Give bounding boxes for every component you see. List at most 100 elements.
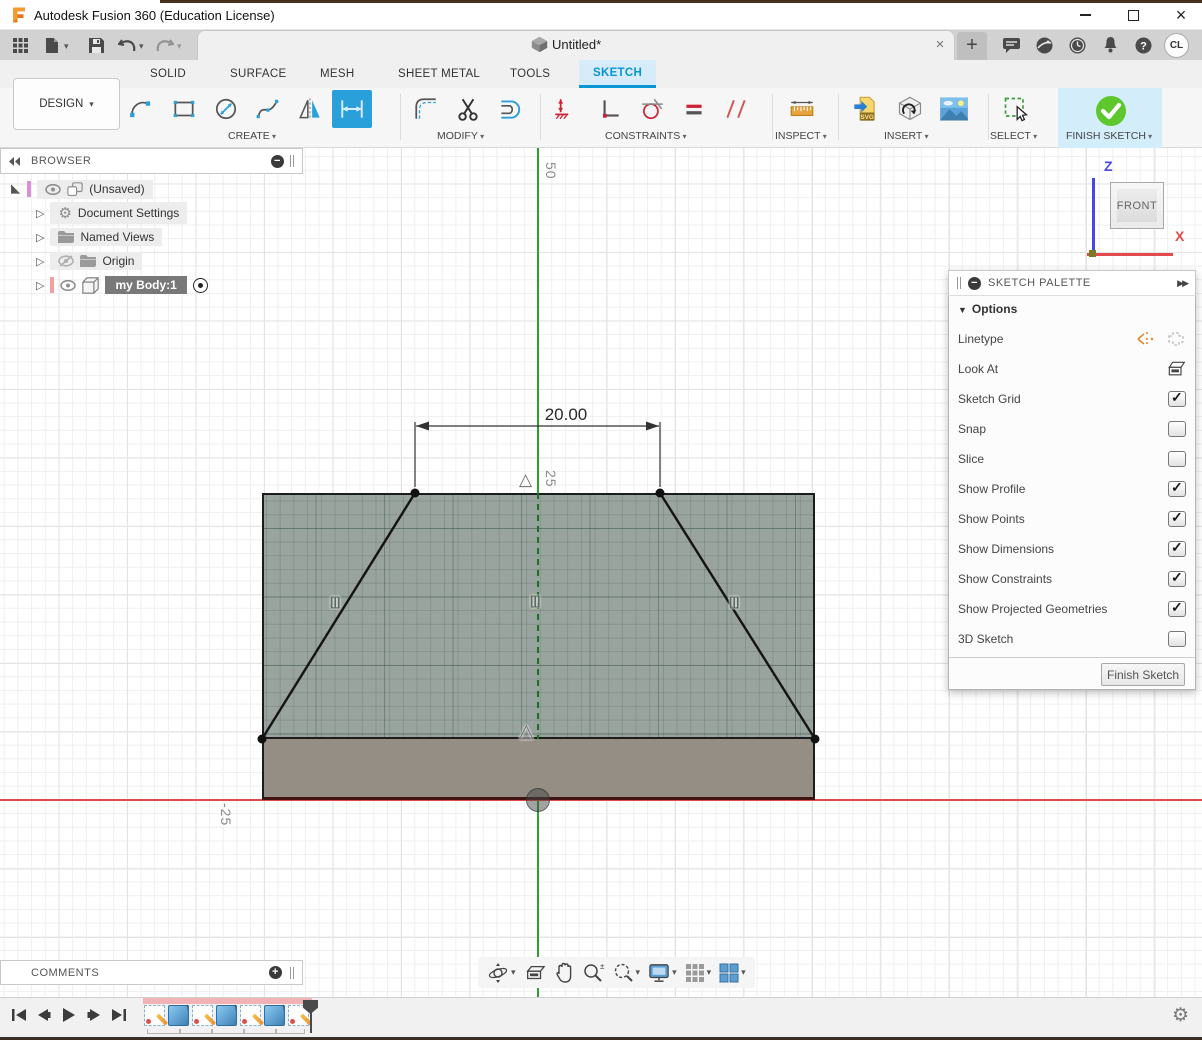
browser-collapse-icon[interactable]: − bbox=[271, 155, 284, 168]
create-group-label[interactable]: CREATE bbox=[228, 130, 276, 142]
browser-item-root[interactable]: ◢ (Unsaved) bbox=[12, 178, 153, 200]
app-grid-menu-button[interactable] bbox=[8, 30, 32, 60]
sketch-point[interactable] bbox=[811, 735, 820, 744]
comments-bar[interactable]: COMMENTS + bbox=[0, 960, 303, 985]
sketch-line-right[interactable] bbox=[660, 493, 815, 739]
timeline-settings-gear-icon[interactable]: ⚙ bbox=[1172, 1004, 1189, 1027]
rectangle-tool-button[interactable] bbox=[164, 90, 204, 128]
viewports-caret[interactable]: ▾ bbox=[741, 967, 746, 978]
tab-surface[interactable]: SURFACE bbox=[216, 60, 300, 88]
undo-button[interactable] bbox=[116, 30, 138, 60]
sketch-line-left[interactable] bbox=[262, 493, 415, 739]
viewcube[interactable]: FRONT bbox=[1110, 182, 1164, 229]
browser-item-label-selected[interactable]: my Body:1 bbox=[105, 276, 186, 294]
measure-tool-button[interactable] bbox=[782, 90, 822, 128]
construction-linetype-icon[interactable] bbox=[1136, 330, 1156, 348]
mirror-tool-button[interactable] bbox=[290, 90, 330, 128]
sketch-point[interactable] bbox=[258, 735, 267, 744]
slice-checkbox[interactable] bbox=[1168, 451, 1186, 467]
display-caret[interactable]: ▾ bbox=[672, 967, 677, 978]
minimize-button[interactable] bbox=[1062, 0, 1108, 30]
look-at-button[interactable] bbox=[521, 957, 549, 988]
browser-item-label[interactable]: Origin bbox=[102, 254, 134, 268]
insert-group-label[interactable]: INSERT bbox=[884, 130, 929, 142]
tab-sheet-metal[interactable]: SHEET METAL bbox=[384, 60, 494, 88]
collapse-right-icon[interactable]: ▶▶ bbox=[1177, 278, 1187, 289]
extensions-button[interactable] bbox=[1031, 30, 1057, 60]
show-points-checkbox[interactable] bbox=[1168, 511, 1186, 527]
spline-tool-button[interactable] bbox=[248, 90, 288, 128]
3d-sketch-checkbox[interactable] bbox=[1168, 631, 1186, 647]
insert-mesh-button[interactable] bbox=[890, 90, 930, 128]
grid-caret[interactable]: ▾ bbox=[707, 967, 712, 978]
horizontal-vertical-constraint-button[interactable] bbox=[590, 90, 630, 128]
zoom-window-caret[interactable]: ▾ bbox=[636, 967, 641, 978]
body-radio-target-icon[interactable] bbox=[193, 278, 208, 293]
show-profile-checkbox[interactable] bbox=[1168, 481, 1186, 497]
sketch-point[interactable] bbox=[656, 489, 665, 498]
expand-arrow-icon[interactable]: ▷ bbox=[36, 255, 44, 268]
look-at-icon[interactable] bbox=[1166, 360, 1186, 378]
tab-mesh[interactable]: MESH bbox=[306, 60, 368, 88]
browser-item-body[interactable]: ▷ my Body:1 bbox=[36, 274, 208, 296]
expand-arrow-icon[interactable]: ▷ bbox=[36, 231, 44, 244]
close-button[interactable]: × bbox=[1158, 0, 1202, 30]
triangle-constraint-icon[interactable]: △ bbox=[519, 720, 534, 743]
browser-item-label[interactable]: Named Views bbox=[80, 230, 154, 244]
expand-arrow-icon[interactable]: ▷ bbox=[36, 207, 44, 220]
modify-group-label[interactable]: MODIFY bbox=[437, 130, 484, 142]
line-tool-button[interactable] bbox=[122, 90, 162, 128]
timeline-item-sketch[interactable] bbox=[240, 1005, 261, 1026]
browser-item-label[interactable]: Document Settings bbox=[78, 206, 179, 220]
constraints-group-label[interactable]: CONSTRAINTS bbox=[605, 130, 687, 142]
inspect-group-label[interactable]: INSPECT bbox=[775, 130, 827, 142]
add-comment-icon[interactable]: + bbox=[269, 966, 282, 979]
trim-tool-button[interactable] bbox=[448, 90, 488, 128]
timeline-step-forward-button[interactable] bbox=[83, 1005, 105, 1025]
select-tool-button[interactable] bbox=[996, 90, 1036, 128]
workspace-selector[interactable]: DESIGN▾ bbox=[13, 78, 120, 130]
tab-solid[interactable]: SOLID bbox=[136, 60, 200, 88]
offset-tool-button[interactable] bbox=[490, 90, 530, 128]
expand-arrow-icon[interactable]: ◢ bbox=[10, 184, 24, 193]
insert-svg-button[interactable]: SVG bbox=[846, 90, 886, 128]
maximize-button[interactable] bbox=[1110, 0, 1156, 30]
show-constraints-checkbox[interactable] bbox=[1168, 571, 1186, 587]
tangent-constraint-button[interactable] bbox=[632, 90, 672, 128]
browser-item-origin[interactable]: ▷ Origin bbox=[36, 250, 142, 272]
grid-settings-button[interactable]: ▾ bbox=[682, 957, 715, 988]
undo-dropdown-caret[interactable]: ▾ bbox=[139, 41, 144, 52]
timeline-item-extrude[interactable] bbox=[168, 1005, 189, 1026]
orbit-button[interactable]: ▾ bbox=[484, 957, 519, 988]
timeline-item-extrude[interactable] bbox=[216, 1005, 237, 1026]
browser-item-document-settings[interactable]: ▷ ⚙ Document Settings bbox=[36, 202, 187, 224]
visibility-off-icon[interactable] bbox=[58, 255, 74, 267]
circle-tool-button[interactable] bbox=[206, 90, 246, 128]
symmetry-constraint-icon[interactable]: [|] bbox=[530, 593, 539, 608]
browser-drag-grip[interactable] bbox=[290, 155, 294, 167]
equal-constraint-button[interactable] bbox=[674, 90, 714, 128]
new-tab-button[interactable]: + bbox=[957, 32, 987, 60]
viewports-button[interactable]: ▾ bbox=[716, 957, 749, 988]
parallel-constraint-button[interactable] bbox=[716, 90, 756, 128]
tab-sketch[interactable]: SKETCH bbox=[579, 60, 656, 88]
browser-item-label[interactable]: (Unsaved) bbox=[89, 182, 144, 196]
fix-constraint-button[interactable] bbox=[545, 90, 585, 128]
redo-button[interactable] bbox=[154, 30, 176, 60]
zoom-button[interactable]: ± bbox=[579, 957, 607, 988]
comments-button[interactable] bbox=[998, 30, 1024, 60]
redo-dropdown-caret[interactable]: ▾ bbox=[177, 41, 182, 52]
timeline-item-sketch[interactable] bbox=[192, 1005, 213, 1026]
triangle-constraint-icon[interactable]: △ bbox=[519, 470, 532, 490]
file-dropdown-caret[interactable]: ▾ bbox=[64, 41, 69, 52]
notifications-button[interactable] bbox=[1097, 30, 1123, 60]
insert-image-button[interactable] bbox=[934, 90, 974, 128]
show-projected-geometries-checkbox[interactable] bbox=[1168, 601, 1186, 617]
timeline-play-button[interactable] bbox=[58, 1005, 80, 1025]
file-button[interactable] bbox=[42, 30, 62, 60]
palette-drag-grip[interactable] bbox=[957, 277, 961, 289]
comments-drag-grip[interactable] bbox=[290, 967, 294, 979]
orbit-caret[interactable]: ▾ bbox=[511, 967, 516, 978]
visibility-eye-icon[interactable] bbox=[45, 184, 61, 195]
sketch-point[interactable] bbox=[411, 489, 420, 498]
